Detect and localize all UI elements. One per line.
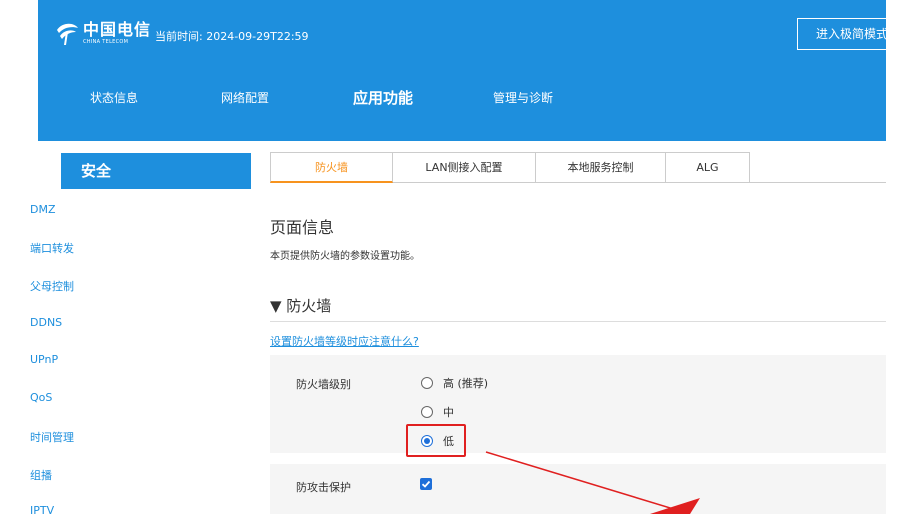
annotation-arrow-icon: [485, 451, 700, 514]
